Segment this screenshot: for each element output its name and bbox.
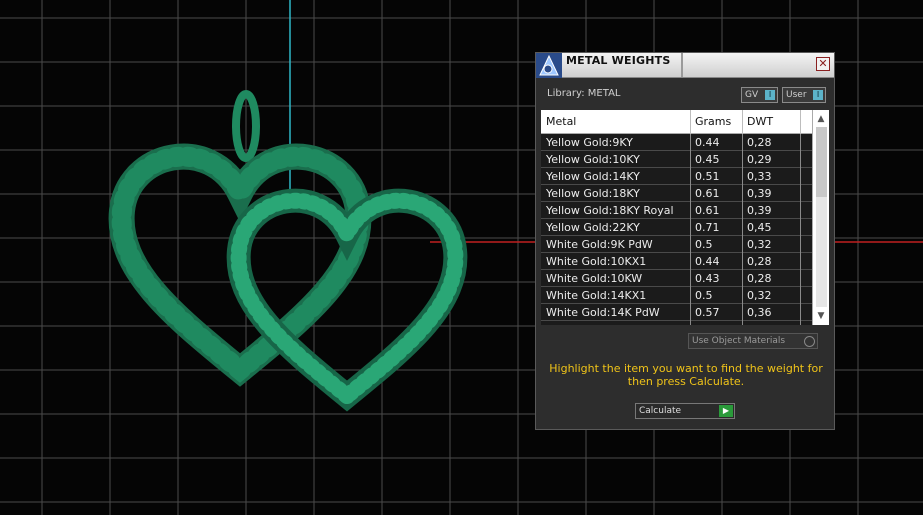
- column-divider: [690, 110, 691, 134]
- cell-dwt: 0,28: [747, 272, 772, 285]
- cell-metal: White Gold:9K PdW: [546, 238, 653, 251]
- cell-dwt: 0,39: [747, 204, 772, 217]
- table-row[interactable]: White Gold:14K PdW 0.57 0,36: [541, 304, 812, 321]
- column-header-dwt[interactable]: DWT: [747, 115, 773, 128]
- cell-grams: 0.61: [695, 187, 720, 200]
- play-arrow-icon: ▶: [719, 405, 733, 417]
- table-row[interactable]: Yellow Gold:18KY 0.61 0,39: [541, 185, 812, 202]
- library-label: Library: METAL: [547, 88, 621, 99]
- close-button[interactable]: ✕: [816, 57, 830, 71]
- column-divider: [690, 134, 691, 325]
- table-row[interactable]: Yellow Gold:9KY 0.44 0,28: [541, 134, 812, 151]
- scroll-down-icon[interactable]: ▼: [815, 310, 827, 322]
- cell-metal: White Gold:14KX1: [546, 289, 647, 302]
- table-row[interactable]: White Gold:10KX1 0.44 0,28: [541, 253, 812, 270]
- right-heart-beads: [230, 192, 464, 407]
- cell-metal: Yellow Gold:10KY: [546, 153, 640, 166]
- scroll-track[interactable]: [816, 127, 827, 307]
- use-object-materials-label: Use Object Materials: [692, 336, 786, 346]
- cell-metal: Yellow Gold:14KY: [546, 170, 640, 183]
- cell-metal: Yellow Gold:18KY: [546, 187, 640, 200]
- cell-dwt: 0,39: [747, 187, 772, 200]
- cell-dwt: 0,29: [747, 153, 772, 166]
- user-toggle[interactable]: User I: [782, 87, 826, 103]
- column-header-metal[interactable]: Metal: [546, 115, 576, 128]
- cell-grams: 0.61: [695, 204, 720, 217]
- cell-dwt: 0,28: [747, 255, 772, 268]
- instruction-text: Highlight the item you want to find the …: [549, 362, 823, 388]
- cell-metal: White Gold:10KX1: [546, 255, 647, 268]
- cell-grams: 0.44: [695, 136, 720, 149]
- radio-indicator-icon: [804, 336, 815, 347]
- toggle-indicator-icon: I: [765, 90, 775, 100]
- column-header-grams[interactable]: Grams: [695, 115, 731, 128]
- table-body: White Gold:14K PdW 0.57 0,36 White Gold:14K…: [541, 134, 812, 325]
- cell-metal: White Gold:14K PdW: [546, 306, 660, 319]
- cell-grams: 0.44: [695, 255, 720, 268]
- cell-dwt: 0,32: [747, 238, 772, 251]
- table-row[interactable]: White Gold:9K PdW 0.5 0,32: [541, 236, 812, 253]
- cell-metal: Yellow Gold:18KY Royal: [546, 204, 674, 217]
- cell-grams: 0.43: [695, 272, 720, 285]
- column-divider: [800, 134, 801, 325]
- gv-toggle[interactable]: GV I: [741, 87, 778, 103]
- cell-dwt: 0,33: [747, 170, 772, 183]
- cell-grams: 0.57: [695, 306, 720, 319]
- column-divider: [800, 110, 801, 134]
- table-scrollbar[interactable]: ▲ ▼: [812, 110, 829, 325]
- cell-dwt: 0,28: [747, 136, 772, 149]
- cell-dwt: 0,32: [747, 289, 772, 302]
- panel-titlebar[interactable]: METAL WEIGHTS ✕: [536, 53, 834, 78]
- cell-grams: 0.71: [695, 221, 720, 234]
- user-toggle-label: User: [786, 90, 807, 100]
- scroll-up-icon[interactable]: ▲: [815, 113, 827, 125]
- table-row[interactable]: White Gold:14KX1 0.5 0,32: [541, 287, 812, 304]
- titlebar-divider: [681, 53, 683, 77]
- cell-dwt: 0,45: [747, 221, 772, 234]
- cell-dwt: 0,36: [747, 306, 772, 319]
- cell-grams: 0.51: [695, 170, 720, 183]
- cell-metal: White Gold:10KW: [546, 272, 643, 285]
- table-row[interactable]: Yellow Gold:10KY 0.45 0,29: [541, 151, 812, 168]
- column-divider: [742, 110, 743, 134]
- metal-table: Metal Grams DWT White Gold:14K PdW 0.57 0,…: [541, 110, 829, 325]
- app-logo-icon: [536, 53, 562, 78]
- use-object-materials-toggle[interactable]: Use Object Materials: [688, 333, 818, 349]
- calculate-button[interactable]: Calculate ▶: [635, 403, 735, 419]
- table-row[interactable]: Yellow Gold:18KY Royal 0.61 0,39: [541, 202, 812, 219]
- cell-metal: Yellow Gold:9KY: [546, 136, 633, 149]
- gv-toggle-label: GV: [745, 90, 759, 100]
- scroll-thumb[interactable]: [816, 127, 827, 197]
- panel-title: METAL WEIGHTS: [566, 54, 671, 67]
- cell-metal: Yellow Gold:22KY: [546, 221, 640, 234]
- column-divider: [742, 134, 743, 325]
- table-row[interactable]: Yellow Gold:14KY 0.51 0,33: [541, 168, 812, 185]
- table-row[interactable]: Yellow Gold:22KY 0.71 0,45: [541, 219, 812, 236]
- table-row[interactable]: White Gold:10KW 0.43 0,28: [541, 270, 812, 287]
- table-header: Metal Grams DWT: [541, 110, 812, 134]
- metal-weights-panel: METAL WEIGHTS ✕ Library: METAL GV I User…: [535, 52, 835, 430]
- cell-grams: 0.5: [695, 238, 713, 251]
- cell-grams: 0.5: [695, 289, 713, 302]
- cell-grams: 0.45: [695, 153, 720, 166]
- toggle-indicator-icon: I: [813, 90, 823, 100]
- calculate-label: Calculate: [639, 406, 682, 416]
